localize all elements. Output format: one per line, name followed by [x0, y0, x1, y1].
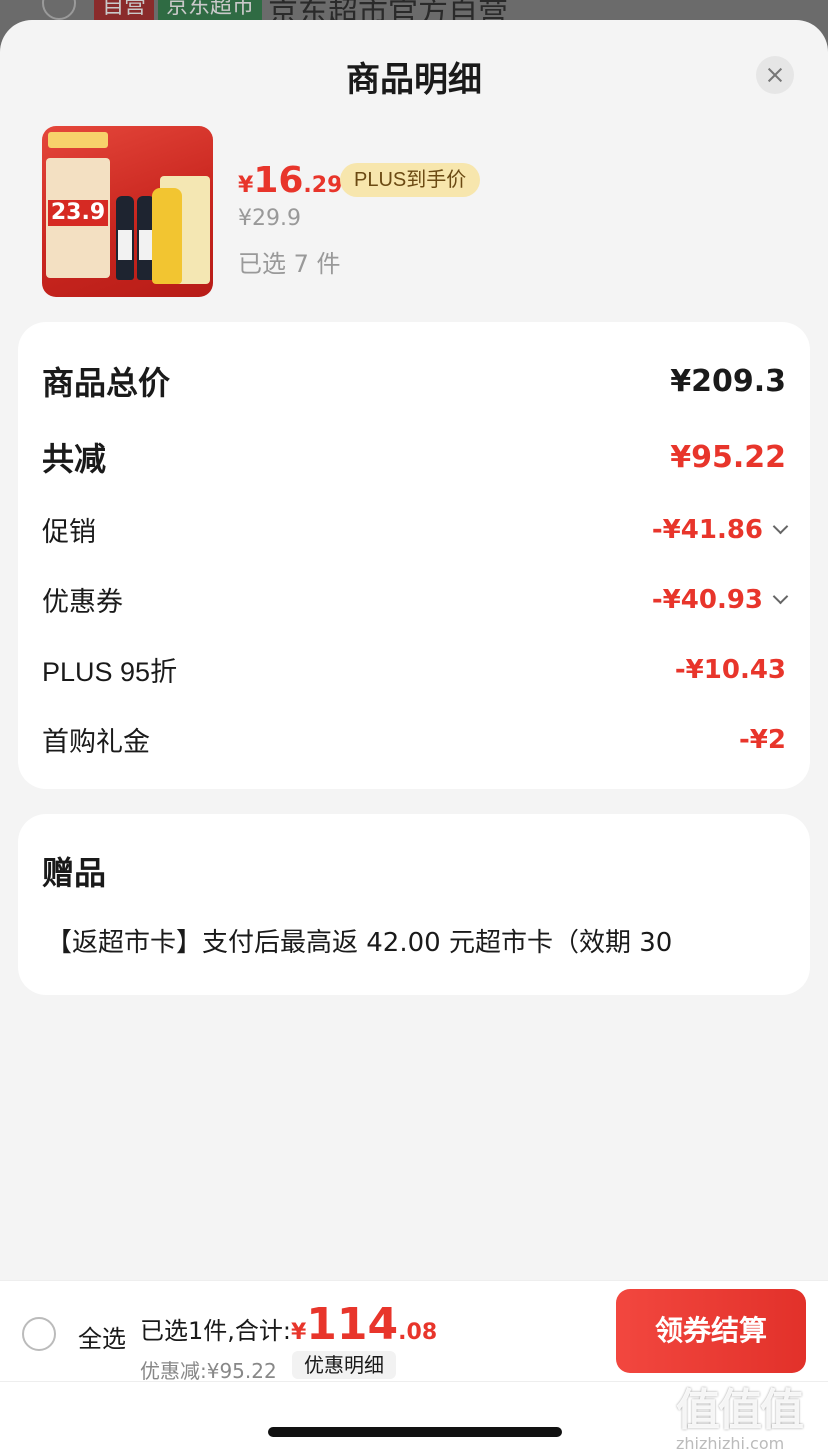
- price-currency: ¥: [238, 173, 254, 198]
- discount-detail-button[interactable]: 优惠明细: [292, 1351, 396, 1379]
- price-integer: 16: [253, 160, 304, 201]
- goods-total-label: 商品总价: [42, 364, 171, 402]
- first-buy-label: 首购礼金: [42, 727, 150, 758]
- checkout-button[interactable]: 领券结算: [616, 1289, 806, 1373]
- gift-card: 赠品 【返超市卡】支付后最高返 42.00 元超市卡（效期 30: [18, 814, 810, 995]
- chevron-down-icon[interactable]: [772, 518, 789, 535]
- discount-summary: 优惠减:¥95.22: [140, 1359, 277, 1383]
- price-breakdown-card: 商品总价 ¥209.3 共减 ¥95.22 促销 -¥41.86 优惠券 -¥4…: [18, 322, 810, 789]
- watermark-text: 值值值: [676, 1385, 804, 1436]
- coupon-value-wrap: -¥40.93: [651, 584, 789, 615]
- thumb-price: 23.9: [48, 200, 108, 226]
- sum-decimal: .08: [398, 1320, 438, 1345]
- gift-title: 赠品: [42, 854, 107, 892]
- coupon-row[interactable]: 优惠券 -¥40.93: [42, 580, 789, 619]
- coupon-label: 优惠券: [42, 587, 123, 618]
- original-price: ¥29.9: [238, 206, 301, 231]
- supermarket-tag: 京东超市: [158, 0, 263, 22]
- coupon-value: -¥40.93: [651, 584, 763, 615]
- chevron-down-icon[interactable]: [772, 588, 789, 605]
- sum-integer: 114: [306, 1299, 399, 1350]
- sum-prefix: 已选1件,合计:: [140, 1317, 291, 1345]
- promo-value-wrap: -¥41.86: [651, 514, 789, 545]
- product-image[interactable]: 23.9: [42, 126, 213, 297]
- goods-total-row: 商品总价 ¥209.3: [42, 358, 786, 404]
- select-all-radio[interactable]: [22, 1317, 56, 1351]
- first-buy-value: -¥2: [739, 724, 786, 755]
- total-reduce-label: 共减: [42, 440, 107, 478]
- close-icon[interactable]: [756, 56, 794, 94]
- promo-label: 促销: [42, 517, 96, 548]
- home-indicator: [268, 1427, 562, 1437]
- self-operated-tag: 自营: [94, 0, 155, 22]
- thumb-brand-badge: [48, 132, 108, 148]
- plus-discount-label: PLUS 95折: [42, 657, 178, 687]
- order-sum: 已选1件,合计: ¥ 114 .08: [140, 1299, 437, 1350]
- selected-count: 已选 7 件: [238, 250, 341, 278]
- promo-value: -¥41.86: [651, 514, 763, 545]
- gift-description: 【返超市卡】支付后最高返 42.00 元超市卡（效期 30: [46, 928, 673, 958]
- sum-currency: ¥: [290, 1320, 307, 1345]
- plus-discount-row: PLUS 95折 -¥10.43: [42, 650, 786, 689]
- oil-bottle-image: [152, 188, 182, 284]
- total-reduce-value: ¥95.22: [670, 439, 786, 475]
- watermark-logo: 值值值 zhizhizhi.com: [676, 1374, 824, 1453]
- plus-price: ¥ 16 .29: [238, 160, 342, 201]
- plus-price-tag: PLUS到手价: [340, 163, 481, 197]
- sheet-title: 商品明细: [346, 60, 482, 100]
- price-decimal: .29: [303, 173, 343, 198]
- soy-bottle-image: [116, 196, 134, 280]
- plus-discount-value: -¥10.43: [674, 654, 786, 685]
- first-buy-row: 首购礼金 -¥2: [42, 720, 786, 759]
- product-detail-sheet: 商品明细 23.9 ¥ 16 .29 PLUS到手价 ¥29.9 已选 7 件 …: [0, 20, 828, 1454]
- goods-total-value: ¥209.3: [670, 363, 786, 399]
- select-all-label[interactable]: 全选: [78, 1319, 126, 1354]
- promo-row[interactable]: 促销 -¥41.86: [42, 510, 789, 549]
- total-reduce-row: 共减 ¥95.22: [42, 434, 786, 480]
- store-select-radio: [42, 0, 76, 20]
